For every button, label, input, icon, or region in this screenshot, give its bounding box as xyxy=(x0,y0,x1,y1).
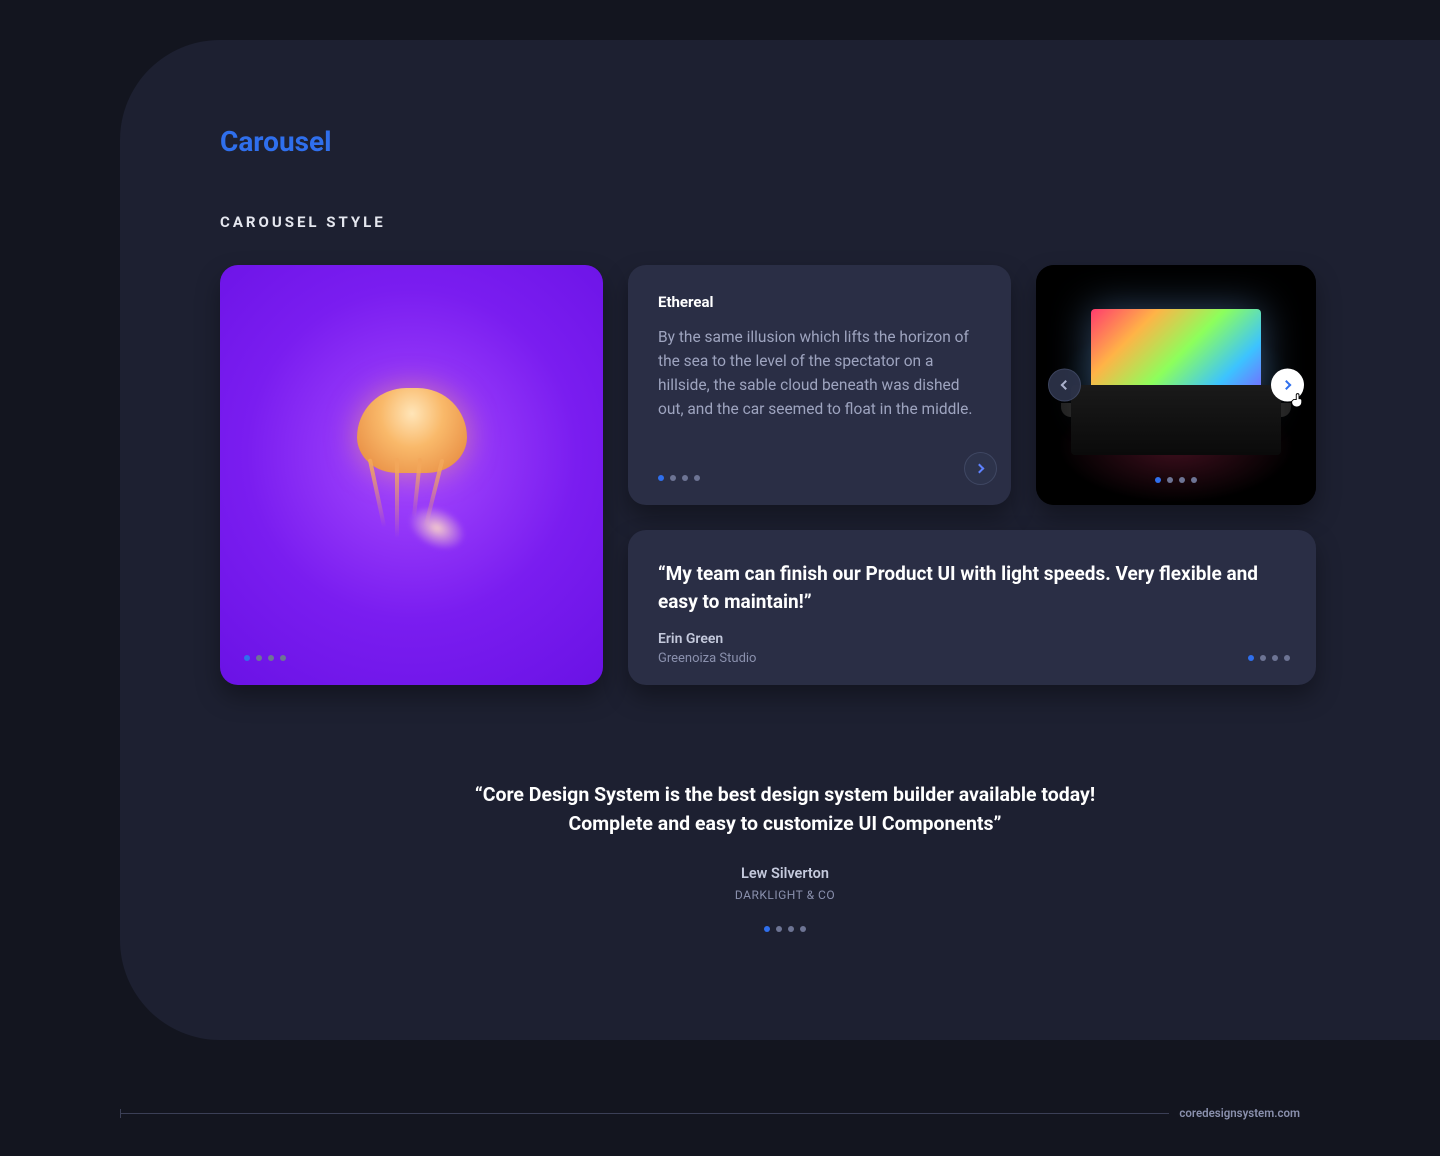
dot[interactable] xyxy=(1191,477,1197,483)
dot-active[interactable] xyxy=(658,475,664,481)
text-card-heading: Ethereal xyxy=(658,293,975,311)
section-subtitle: CAROUSEL STYLE xyxy=(220,213,1440,231)
quote-organization: DARKLIGHT & CO xyxy=(420,888,1150,902)
dot[interactable] xyxy=(1179,477,1185,483)
dot[interactable] xyxy=(776,926,782,932)
page-title: Carousel xyxy=(220,125,1440,158)
chevron-right-icon xyxy=(975,464,985,474)
dot[interactable] xyxy=(682,475,688,481)
pagination-dots[interactable] xyxy=(658,475,700,481)
quote-author: Lew Silverton xyxy=(420,865,1150,882)
text-card-body: By the same illusion which lifts the hor… xyxy=(658,325,975,421)
dot[interactable] xyxy=(1284,655,1290,661)
image-carousel-jellyfish[interactable] xyxy=(220,265,603,685)
dot-active[interactable] xyxy=(1248,655,1254,661)
dot-active[interactable] xyxy=(1155,477,1161,483)
main-panel: Carousel CAROUSEL STYLE Ethereal xyxy=(120,40,1440,1040)
text-carousel-card: Ethereal By the same illusion which lift… xyxy=(628,265,1011,505)
carousel-grid: Ethereal By the same illusion which lift… xyxy=(220,265,1320,685)
next-button[interactable] xyxy=(1271,369,1304,402)
quote-line-1: “Core Design System is the best design s… xyxy=(420,780,1150,809)
dot[interactable] xyxy=(268,655,274,661)
jellyfish-illustration xyxy=(347,388,477,538)
prev-button[interactable] xyxy=(1048,369,1081,402)
dot[interactable] xyxy=(788,926,794,932)
pagination-dots[interactable] xyxy=(1155,477,1197,483)
dot[interactable] xyxy=(1272,655,1278,661)
dot[interactable] xyxy=(670,475,676,481)
pagination-dots[interactable] xyxy=(1248,655,1290,661)
quote-text: “My team can finish our Product UI with … xyxy=(658,560,1276,615)
pagination-dots[interactable] xyxy=(420,926,1150,932)
dot[interactable] xyxy=(256,655,262,661)
dot-active[interactable] xyxy=(764,926,770,932)
dot[interactable] xyxy=(800,926,806,932)
cursor-hand-icon xyxy=(1288,390,1310,412)
chevron-left-icon xyxy=(1061,380,1071,390)
dot[interactable] xyxy=(1167,477,1173,483)
centered-testimonial: “Core Design System is the best design s… xyxy=(420,780,1150,932)
dot[interactable] xyxy=(280,655,286,661)
dot-active[interactable] xyxy=(244,655,250,661)
dot[interactable] xyxy=(694,475,700,481)
next-button[interactable] xyxy=(964,452,997,485)
image-carousel-laptop[interactable] xyxy=(1036,265,1316,505)
quote-organization: Greenoiza Studio xyxy=(658,651,1276,666)
pagination-dots[interactable] xyxy=(244,655,286,661)
testimonial-carousel-card: “My team can finish our Product UI with … xyxy=(628,530,1316,685)
quote-author: Erin Green xyxy=(658,631,1276,647)
footer-link[interactable]: coredesignsystem.com xyxy=(1169,1106,1300,1120)
chevron-right-icon xyxy=(1282,380,1292,390)
dot[interactable] xyxy=(1260,655,1266,661)
footer-rail xyxy=(120,1113,1300,1114)
quote-line-2: Complete and easy to customize UI Compon… xyxy=(420,809,1150,838)
